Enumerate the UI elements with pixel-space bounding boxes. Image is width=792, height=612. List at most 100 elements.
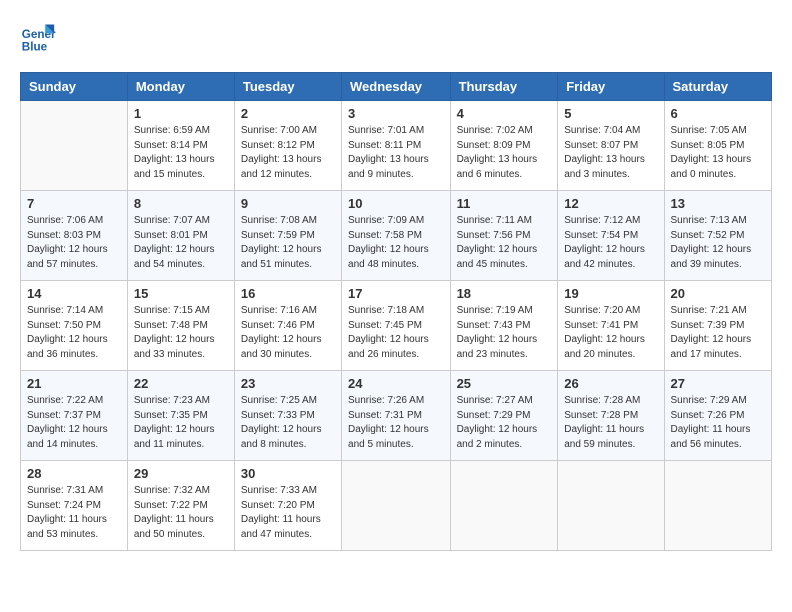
calendar-cell	[664, 461, 771, 551]
day-number: 10	[348, 196, 444, 211]
calendar-cell	[21, 101, 128, 191]
calendar-cell: 2 Sunrise: 7:00 AM Sunset: 8:12 PM Daylig…	[234, 101, 341, 191]
week-row-4: 21 Sunrise: 7:22 AM Sunset: 7:37 PM Dayli…	[21, 371, 772, 461]
cell-info: Sunrise: 7:29 AM Sunset: 7:26 PM Dayligh…	[671, 394, 765, 452]
cell-info: Sunrise: 7:08 AM Sunset: 7:59 PM Dayligh…	[241, 214, 335, 272]
cell-info: Sunrise: 7:33 AM Sunset: 7:20 PM Dayligh…	[241, 484, 335, 542]
weekday-header-friday: Friday	[558, 73, 664, 101]
weekday-header-tuesday: Tuesday	[234, 73, 341, 101]
calendar-cell: 24 Sunrise: 7:26 AM Sunset: 7:31 PM Dayli…	[342, 371, 451, 461]
day-number: 14	[27, 286, 121, 301]
cell-info: Sunrise: 7:26 AM Sunset: 7:31 PM Dayligh…	[348, 394, 444, 452]
calendar-cell: 17Sunrise: 7:18 AM Sunset: 7:45 PM Dayli…	[342, 281, 451, 371]
calendar-cell: 16 Sunrise: 7:16 AM Sunset: 7:46 PM Dayli…	[234, 281, 341, 371]
cell-info: Sunrise: 7:23 AM Sunset: 7:35 PM Dayligh…	[134, 394, 228, 452]
svg-text:Blue: Blue	[22, 41, 48, 54]
calendar-cell: 14 Sunrise: 7:14 AM Sunset: 7:50 PM Dayli…	[21, 281, 128, 371]
day-number: 11	[457, 196, 552, 211]
calendar-cell: 27 Sunrise: 7:29 AM Sunset: 7:26 PM Dayli…	[664, 371, 771, 461]
calendar-cell: 5Sunrise: 7:04 AM Sunset: 8:07 PM Daylig…	[558, 101, 664, 191]
cell-info: Sunrise: 7:19 AM Sunset: 7:43 PM Dayligh…	[457, 304, 552, 362]
calendar-cell: 20 Sunrise: 7:21 AM Sunset: 7:39 PM Dayli…	[664, 281, 771, 371]
calendar-cell: 7 Sunrise: 7:06 AM Sunset: 8:03 PM Daylig…	[21, 191, 128, 281]
day-number: 19	[564, 286, 657, 301]
page-header: General Blue	[20, 20, 772, 56]
week-row-1: 1Sunrise: 6:59 AM Sunset: 8:14 PM Daylig…	[21, 101, 772, 191]
calendar-cell: 22Sunrise: 7:23 AM Sunset: 7:35 PM Dayli…	[127, 371, 234, 461]
cell-info: Sunrise: 7:31 AM Sunset: 7:24 PM Dayligh…	[27, 484, 121, 542]
day-number: 8	[134, 196, 228, 211]
calendar-cell	[558, 461, 664, 551]
calendar-cell	[342, 461, 451, 551]
cell-info: Sunrise: 7:12 AM Sunset: 7:54 PM Dayligh…	[564, 214, 657, 272]
calendar-cell: 30 Sunrise: 7:33 AM Sunset: 7:20 PM Dayli…	[234, 461, 341, 551]
cell-info: Sunrise: 7:21 AM Sunset: 7:39 PM Dayligh…	[671, 304, 765, 362]
day-number: 12	[564, 196, 657, 211]
cell-info: Sunrise: 7:02 AM Sunset: 8:09 PM Dayligh…	[457, 124, 552, 182]
calendar-cell: 9 Sunrise: 7:08 AM Sunset: 7:59 PM Daylig…	[234, 191, 341, 281]
weekday-header-sunday: Sunday	[21, 73, 128, 101]
day-number: 20	[671, 286, 765, 301]
calendar-cell: 18 Sunrise: 7:19 AM Sunset: 7:43 PM Dayli…	[450, 281, 558, 371]
cell-info: Sunrise: 7:16 AM Sunset: 7:46 PM Dayligh…	[241, 304, 335, 362]
cell-info: Sunrise: 7:00 AM Sunset: 8:12 PM Dayligh…	[241, 124, 335, 182]
day-number: 16	[241, 286, 335, 301]
calendar-cell: 29 Sunrise: 7:32 AM Sunset: 7:22 PM Dayli…	[127, 461, 234, 551]
cell-info: Sunrise: 7:25 AM Sunset: 7:33 PM Dayligh…	[241, 394, 335, 452]
cell-info: Sunrise: 7:05 AM Sunset: 8:05 PM Dayligh…	[671, 124, 765, 182]
calendar-cell: 15Sunrise: 7:15 AM Sunset: 7:48 PM Dayli…	[127, 281, 234, 371]
day-number: 9	[241, 196, 335, 211]
cell-info: Sunrise: 7:20 AM Sunset: 7:41 PM Dayligh…	[564, 304, 657, 362]
day-number: 30	[241, 466, 335, 481]
calendar-cell	[450, 461, 558, 551]
cell-info: Sunrise: 7:28 AM Sunset: 7:28 PM Dayligh…	[564, 394, 657, 452]
day-number: 21	[27, 376, 121, 391]
cell-info: Sunrise: 7:14 AM Sunset: 7:50 PM Dayligh…	[27, 304, 121, 362]
calendar-cell: 8 Sunrise: 7:07 AM Sunset: 8:01 PM Daylig…	[127, 191, 234, 281]
cell-info: Sunrise: 7:11 AM Sunset: 7:56 PM Dayligh…	[457, 214, 552, 272]
day-number: 26	[564, 376, 657, 391]
cell-info: Sunrise: 7:15 AM Sunset: 7:48 PM Dayligh…	[134, 304, 228, 362]
calendar-cell: 25 Sunrise: 7:27 AM Sunset: 7:29 PM Dayli…	[450, 371, 558, 461]
calendar-cell: 11 Sunrise: 7:11 AM Sunset: 7:56 PM Dayli…	[450, 191, 558, 281]
day-number: 7	[27, 196, 121, 211]
calendar-cell: 1Sunrise: 6:59 AM Sunset: 8:14 PM Daylig…	[127, 101, 234, 191]
cell-info: Sunrise: 7:13 AM Sunset: 7:52 PM Dayligh…	[671, 214, 765, 272]
day-number: 5	[564, 106, 657, 121]
day-number: 27	[671, 376, 765, 391]
calendar-cell: 23 Sunrise: 7:25 AM Sunset: 7:33 PM Dayli…	[234, 371, 341, 461]
day-number: 29	[134, 466, 228, 481]
weekday-header-monday: Monday	[127, 73, 234, 101]
day-number: 2	[241, 106, 335, 121]
cell-info: Sunrise: 7:27 AM Sunset: 7:29 PM Dayligh…	[457, 394, 552, 452]
day-number: 28	[27, 466, 121, 481]
week-row-3: 14 Sunrise: 7:14 AM Sunset: 7:50 PM Dayli…	[21, 281, 772, 371]
calendar-cell: 28 Sunrise: 7:31 AM Sunset: 7:24 PM Dayli…	[21, 461, 128, 551]
weekday-header-thursday: Thursday	[450, 73, 558, 101]
weekday-header-row: SundayMondayTuesdayWednesdayThursdayFrid…	[21, 73, 772, 101]
week-row-5: 28 Sunrise: 7:31 AM Sunset: 7:24 PM Dayli…	[21, 461, 772, 551]
week-row-2: 7 Sunrise: 7:06 AM Sunset: 8:03 PM Daylig…	[21, 191, 772, 281]
day-number: 23	[241, 376, 335, 391]
calendar-cell: 13 Sunrise: 7:13 AM Sunset: 7:52 PM Dayli…	[664, 191, 771, 281]
calendar-cell: 4Sunrise: 7:02 AM Sunset: 8:09 PM Daylig…	[450, 101, 558, 191]
calendar-cell: 6Sunrise: 7:05 AM Sunset: 8:05 PM Daylig…	[664, 101, 771, 191]
cell-info: Sunrise: 7:09 AM Sunset: 7:58 PM Dayligh…	[348, 214, 444, 272]
calendar-cell: 10 Sunrise: 7:09 AM Sunset: 7:58 PM Dayli…	[342, 191, 451, 281]
day-number: 24	[348, 376, 444, 391]
logo-icon: General Blue	[20, 20, 56, 56]
cell-info: Sunrise: 7:06 AM Sunset: 8:03 PM Dayligh…	[27, 214, 121, 272]
cell-info: Sunrise: 7:32 AM Sunset: 7:22 PM Dayligh…	[134, 484, 228, 542]
day-number: 18	[457, 286, 552, 301]
calendar-table: SundayMondayTuesdayWednesdayThursdayFrid…	[20, 72, 772, 551]
calendar-cell: 21 Sunrise: 7:22 AM Sunset: 7:37 PM Dayli…	[21, 371, 128, 461]
calendar-cell: 26 Sunrise: 7:28 AM Sunset: 7:28 PM Dayli…	[558, 371, 664, 461]
cell-info: Sunrise: 7:22 AM Sunset: 7:37 PM Dayligh…	[27, 394, 121, 452]
calendar-cell: 3Sunrise: 7:01 AM Sunset: 8:11 PM Daylig…	[342, 101, 451, 191]
cell-info: Sunrise: 7:07 AM Sunset: 8:01 PM Dayligh…	[134, 214, 228, 272]
calendar-cell: 19 Sunrise: 7:20 AM Sunset: 7:41 PM Dayli…	[558, 281, 664, 371]
day-number: 25	[457, 376, 552, 391]
weekday-header-wednesday: Wednesday	[342, 73, 451, 101]
logo: General Blue	[20, 20, 62, 56]
day-number: 13	[671, 196, 765, 211]
